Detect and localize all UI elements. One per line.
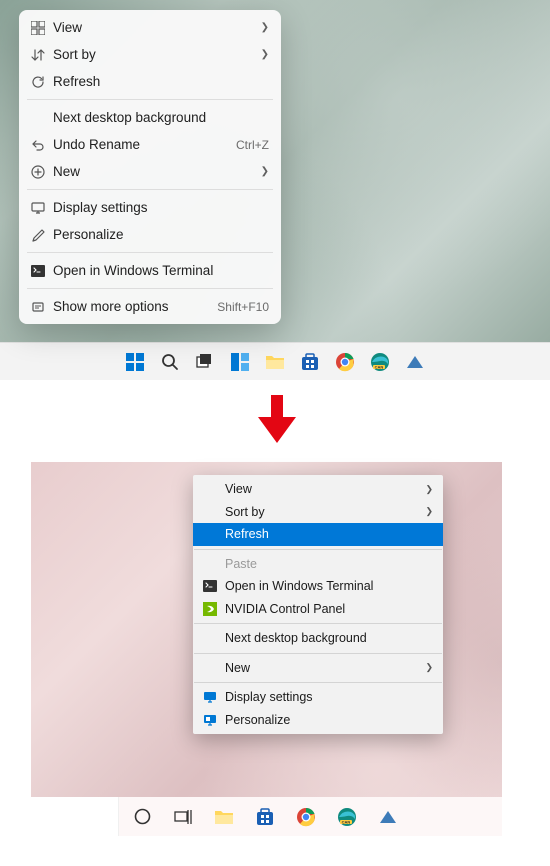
terminal-icon — [31, 265, 53, 277]
menu-label: Show more options — [53, 299, 217, 314]
arrow-down-icon — [258, 395, 296, 448]
menu-item-display-settings[interactable]: Display settings — [193, 686, 443, 709]
menu-label: Open in Windows Terminal — [53, 263, 269, 278]
shortcut-text: Shift+F10 — [217, 300, 269, 314]
taskview-icon[interactable] — [193, 350, 217, 374]
chevron-right-icon: ❯ — [261, 49, 269, 60]
microsoft-store-icon[interactable] — [246, 798, 284, 836]
menu-item-refresh[interactable]: Refresh — [193, 523, 443, 546]
menu-item-sortby[interactable]: Sort by ❯ — [19, 41, 281, 68]
menu-item-show-more[interactable]: Show more options Shift+F10 — [19, 293, 281, 320]
personalize-icon — [31, 228, 53, 242]
more-options-icon — [31, 300, 53, 314]
taskview-icon[interactable] — [164, 798, 202, 836]
chevron-right-icon: ❯ — [261, 166, 269, 177]
menu-label: Next desktop background — [53, 110, 269, 125]
personalize-icon — [203, 714, 225, 726]
view-icon — [31, 21, 53, 35]
app-icon[interactable] — [403, 350, 427, 374]
menu-label: NVIDIA Control Panel — [225, 602, 433, 616]
separator — [27, 252, 273, 253]
file-explorer-icon[interactable] — [263, 350, 287, 374]
separator — [27, 189, 273, 190]
menu-item-undo-rename[interactable]: Undo Rename Ctrl+Z — [19, 131, 281, 158]
chrome-icon[interactable] — [287, 798, 325, 836]
menu-label: Display settings — [225, 690, 433, 704]
start-icon[interactable] — [123, 350, 147, 374]
search-box[interactable] — [31, 797, 119, 836]
widgets-icon[interactable] — [228, 350, 252, 374]
menu-item-display-settings[interactable]: Display settings — [19, 194, 281, 221]
chevron-right-icon: ❯ — [425, 506, 433, 517]
nvidia-icon — [203, 602, 225, 616]
menu-label: Display settings — [53, 200, 269, 215]
display-icon — [31, 201, 53, 215]
menu-label: New — [53, 164, 261, 179]
separator — [194, 653, 442, 654]
taskbar-win10: CAN — [31, 797, 502, 836]
context-menu-win11: View ❯ Sort by ❯ Refresh Next desktop ba… — [19, 10, 281, 324]
taskbar-win11: CAN — [0, 342, 550, 380]
context-menu-win10: View ❯ Sort by ❯ Refresh Paste Open in W… — [193, 475, 443, 734]
new-icon — [31, 165, 53, 179]
menu-item-new[interactable]: New ❯ — [193, 657, 443, 680]
app-icon[interactable] — [369, 798, 407, 836]
file-explorer-icon[interactable] — [205, 798, 243, 836]
menu-item-next-background[interactable]: Next desktop background — [193, 627, 443, 650]
microsoft-store-icon[interactable] — [298, 350, 322, 374]
menu-item-view[interactable]: View ❯ — [193, 478, 443, 501]
menu-label: New — [225, 661, 425, 675]
menu-item-terminal[interactable]: Open in Windows Terminal — [193, 575, 443, 598]
menu-item-paste: Paste — [193, 553, 443, 576]
menu-label: Refresh — [53, 74, 269, 89]
refresh-icon — [31, 75, 53, 89]
sort-icon — [31, 48, 53, 62]
separator — [27, 99, 273, 100]
separator — [194, 549, 442, 550]
chevron-right-icon: ❯ — [425, 484, 433, 495]
chevron-right-icon: ❯ — [261, 22, 269, 33]
separator — [194, 623, 442, 624]
menu-label: Refresh — [225, 527, 433, 541]
menu-label: View — [225, 482, 425, 496]
menu-item-nvidia[interactable]: NVIDIA Control Panel — [193, 598, 443, 621]
menu-label: Sort by — [225, 505, 425, 519]
menu-label: Personalize — [225, 713, 433, 727]
chrome-icon[interactable] — [333, 350, 357, 374]
terminal-icon — [203, 580, 225, 592]
menu-item-next-background[interactable]: Next desktop background — [19, 104, 281, 131]
menu-label: Paste — [225, 557, 433, 571]
menu-label: View — [53, 20, 261, 35]
shortcut-text: Ctrl+Z — [236, 138, 269, 152]
edge-icon[interactable]: CAN — [328, 798, 366, 836]
search-icon[interactable] — [158, 350, 182, 374]
menu-label: Sort by — [53, 47, 261, 62]
menu-item-personalize[interactable]: Personalize — [193, 709, 443, 732]
menu-item-view[interactable]: View ❯ — [19, 14, 281, 41]
separator — [27, 288, 273, 289]
svg-text:CAN: CAN — [375, 364, 384, 369]
chevron-right-icon: ❯ — [425, 662, 433, 673]
menu-item-sortby[interactable]: Sort by ❯ — [193, 501, 443, 524]
separator — [194, 682, 442, 683]
menu-label: Open in Windows Terminal — [225, 579, 433, 593]
menu-item-personalize[interactable]: Personalize — [19, 221, 281, 248]
svg-text:CAN: CAN — [342, 819, 351, 824]
edge-icon[interactable]: CAN — [368, 350, 392, 374]
menu-label: Undo Rename — [53, 137, 236, 152]
menu-label: Personalize — [53, 227, 269, 242]
undo-icon — [31, 138, 53, 152]
menu-item-terminal[interactable]: Open in Windows Terminal — [19, 257, 281, 284]
menu-label: Next desktop background — [225, 631, 433, 645]
display-icon — [203, 691, 225, 703]
menu-item-refresh[interactable]: Refresh — [19, 68, 281, 95]
menu-item-new[interactable]: New ❯ — [19, 158, 281, 185]
cortana-icon[interactable] — [123, 798, 161, 836]
